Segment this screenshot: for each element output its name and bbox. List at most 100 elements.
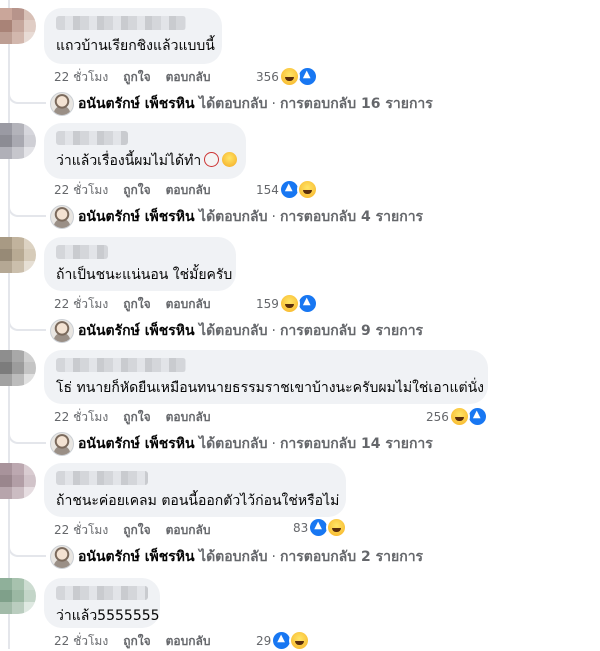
author-name-blurred[interactable] <box>56 245 108 259</box>
reaction-count: 356 <box>256 69 279 84</box>
reply-button[interactable]: ตอบกลับ <box>166 181 211 200</box>
like-button[interactable]: ถูกใจ <box>123 181 150 200</box>
like-button[interactable]: ถูกใจ <box>123 295 150 314</box>
replier-avatar <box>50 205 74 229</box>
author-name-blurred[interactable] <box>56 16 186 30</box>
timestamp[interactable]: 22 ชั่วโมง <box>54 632 108 651</box>
like-reaction-icon <box>466 406 488 427</box>
comment-actions: 22 ชั่วโมง ถูกใจ ตอบกลับ <box>54 408 225 427</box>
reply-connector <box>8 191 46 217</box>
haha-reaction-icon <box>289 630 311 651</box>
separator: · <box>271 436 276 452</box>
comment-actions: 22 ชั่วโมง ถูกใจ ตอบกลับ <box>54 521 225 540</box>
replied-label: ได้ตอบกลับ <box>199 549 268 565</box>
timestamp[interactable]: 22 ชั่วโมง <box>54 295 108 314</box>
reaction-summary[interactable]: 256 <box>426 406 488 427</box>
clown-face-icon <box>204 152 220 167</box>
comment-bubble: ว่าแล้ว5555555 <box>44 578 160 628</box>
author-name-blurred[interactable] <box>56 358 186 372</box>
separator: · <box>271 323 276 339</box>
replied-label: ได้ตอบกลับ <box>199 323 268 339</box>
reaction-summary[interactable]: 159 <box>256 293 318 314</box>
reply-button[interactable]: ตอบกลับ <box>166 632 211 651</box>
author-name-blurred[interactable] <box>56 471 148 485</box>
comment-text: ถ้าชนะค่อยเคลม ตอนนี้ออกตัวไว้ก่อนใช่หรื… <box>56 493 340 509</box>
view-replies-link[interactable]: อนันตรักษ์ เพ็ชรหิน ได้ตอบกลับ · การตอบก… <box>8 191 423 229</box>
comment-text: ถ้าเป็นชนะแน่นอน ใช่มั้ยครับ <box>56 267 233 283</box>
view-replies-link[interactable]: อนันตรักษ์ เพ็ชรหิน ได้ตอบกลับ · การตอบก… <box>8 305 424 343</box>
replied-label: ได้ตอบกลับ <box>199 436 268 452</box>
like-reaction-icon <box>296 66 318 87</box>
comment-bubble: ถ้าชนะค่อยเคลม ตอนนี้ออกตัวไว้ก่อนใช่หรื… <box>44 463 346 517</box>
rolling-laughing-icon <box>222 152 238 167</box>
haha-reaction-icon <box>448 406 470 427</box>
reply-button[interactable]: ตอบกลับ <box>166 521 211 540</box>
comment-text: แถวบ้านเรียกชิงแล้วแบบนี้ <box>56 38 215 54</box>
avatar[interactable] <box>0 123 36 159</box>
like-button[interactable]: ถูกใจ <box>123 632 150 651</box>
reaction-count: 256 <box>426 409 449 424</box>
reply-connector <box>8 78 46 104</box>
author-name-blurred[interactable] <box>56 131 128 145</box>
comment-actions: 22 ชั่วโมง ถูกใจ ตอบกลับ <box>54 68 225 87</box>
author-name-blurred[interactable] <box>56 586 148 600</box>
comment-text: ว่าแล้ว5555555 <box>56 608 160 624</box>
haha-reaction-icon <box>296 179 318 200</box>
reply-button[interactable]: ตอบกลับ <box>166 295 211 314</box>
replier-name: อนันตรักษ์ เพ็ชรหิน <box>78 96 195 112</box>
view-replies-link[interactable]: อนันตรักษ์ เพ็ชรหิน ได้ตอบกลับ · การตอบก… <box>8 78 433 116</box>
avatar[interactable] <box>0 463 36 499</box>
reply-button[interactable]: ตอบกลับ <box>166 408 211 427</box>
reply-count: การตอบกลับ 9 รายการ <box>279 323 424 339</box>
reply-button[interactable]: ตอบกลับ <box>166 68 211 87</box>
reply-connector <box>8 418 46 444</box>
haha-reaction-icon <box>278 293 300 314</box>
like-button[interactable]: ถูกใจ <box>123 68 150 87</box>
reaction-summary[interactable]: 83 <box>293 517 348 538</box>
comment-actions: 22 ชั่วโมง ถูกใจ ตอบกลับ <box>54 632 225 651</box>
comment-bubble: ว่าแล้วเรื่องนี้ผมไม่ได้ทำ <box>44 123 246 179</box>
reply-count: การตอบกลับ 16 รายการ <box>279 96 433 112</box>
avatar[interactable] <box>0 237 36 273</box>
separator: · <box>271 209 276 225</box>
comment-bubble: ถ้าเป็นชนะแน่นอน ใช่มั้ยครับ <box>44 237 236 291</box>
comment-bubble: แถวบ้านเรียกชิงแล้วแบบนี้ <box>44 8 222 64</box>
reaction-count: 83 <box>293 520 309 535</box>
timestamp[interactable]: 22 ชั่วโมง <box>54 408 108 427</box>
reply-count: การตอบกลับ 2 รายการ <box>279 549 424 565</box>
avatar[interactable] <box>0 8 36 44</box>
separator: · <box>271 549 276 565</box>
replied-label: ได้ตอบกลับ <box>199 96 268 112</box>
reaction-count: 154 <box>256 182 279 197</box>
avatar[interactable] <box>0 350 36 386</box>
replier-name: อนันตรักษ์ เพ็ชรหิน <box>78 209 195 225</box>
replier-name: อนันตรักษ์ เพ็ชรหิน <box>78 549 195 565</box>
like-button[interactable]: ถูกใจ <box>123 521 150 540</box>
comment-text: โธ่ ทนายก็หัดยืนเหมือนทนายธรรมราชเขาบ้าง… <box>56 380 485 396</box>
replier-avatar <box>50 432 74 456</box>
view-replies-link[interactable]: อนันตรักษ์ เพ็ชรหิน ได้ตอบกลับ · การตอบก… <box>8 531 424 569</box>
reply-connector <box>8 305 46 331</box>
timestamp[interactable]: 22 ชั่วโมง <box>54 68 108 87</box>
replier-avatar <box>50 545 74 569</box>
avatar[interactable] <box>0 578 36 614</box>
comment-actions: 22 ชั่วโมง ถูกใจ ตอบกลับ <box>54 181 225 200</box>
haha-reaction-icon <box>278 66 300 87</box>
view-replies-link[interactable]: อนันตรักษ์ เพ็ชรหิน ได้ตอบกลับ · การตอบก… <box>8 418 433 456</box>
reaction-count: 159 <box>256 296 279 311</box>
reaction-summary[interactable]: 154 <box>256 179 318 200</box>
reaction-count: 29 <box>256 633 272 648</box>
haha-reaction-icon <box>326 517 348 538</box>
reaction-summary[interactable]: 29 <box>256 630 311 651</box>
replier-avatar <box>50 319 74 343</box>
timestamp[interactable]: 22 ชั่วโมง <box>54 521 108 540</box>
comment-text: ว่าแล้วเรื่องนี้ผมไม่ได้ทำ <box>56 152 238 170</box>
like-reaction-icon <box>296 293 318 314</box>
like-button[interactable]: ถูกใจ <box>123 408 150 427</box>
comment-bubble: โธ่ ทนายก็หัดยืนเหมือนทนายธรรมราชเขาบ้าง… <box>44 350 488 404</box>
reaction-summary[interactable]: 356 <box>256 66 318 87</box>
replier-avatar <box>50 92 74 116</box>
replied-label: ได้ตอบกลับ <box>199 209 268 225</box>
replier-name: อนันตรักษ์ เพ็ชรหิน <box>78 436 195 452</box>
timestamp[interactable]: 22 ชั่วโมง <box>54 181 108 200</box>
